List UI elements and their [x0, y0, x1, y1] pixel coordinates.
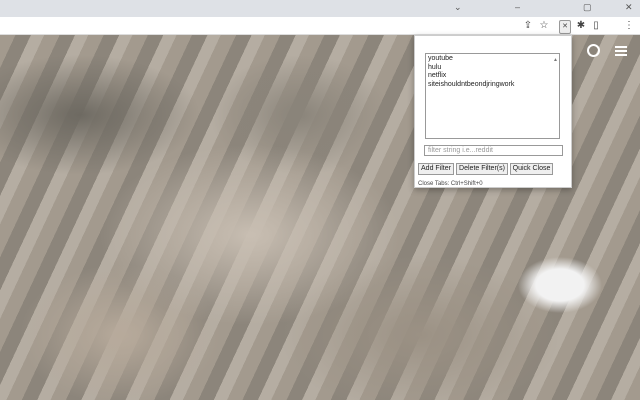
browser-toolbar: ⇪ ☆ ✕ ✱ ▯ A ⋮ [0, 17, 640, 49]
scrollbar[interactable]: ▲ [553, 56, 558, 65]
extension-x-icon[interactable]: ✕ [559, 20, 571, 34]
filter-item[interactable]: youtube [428, 55, 557, 64]
extension-popup: youtube hulu netflix siteishouldntbeondj… [414, 35, 572, 188]
filter-item[interactable]: netflix [428, 72, 557, 81]
sidepanel-icon[interactable]: ▯ [590, 20, 602, 32]
delete-filter-button[interactable]: Delete Filter(s) [456, 163, 508, 175]
hamburger-menu-icon[interactable] [615, 46, 627, 56]
quick-close-button[interactable]: Quick Close [510, 163, 553, 175]
star-icon[interactable]: ☆ [538, 20, 550, 32]
share-icon[interactable]: ⇪ [522, 20, 534, 32]
more-icon[interactable]: ⋮ [623, 20, 635, 32]
shortcut-hint: Close Tabs: Ctrl+Shift+0 [418, 181, 483, 187]
maximize-button[interactable]: ▢ [583, 2, 592, 13]
close-window-button[interactable]: ✕ [625, 2, 633, 13]
add-filter-button[interactable]: Add Filter [418, 163, 454, 175]
minimize-button[interactable]: – [515, 2, 520, 12]
filter-input[interactable]: filter string i.e...reddit [424, 145, 563, 156]
filter-item[interactable]: hulu [428, 64, 557, 73]
filter-list[interactable]: youtube hulu netflix siteishouldntbeondj… [425, 53, 560, 139]
puzzle-icon[interactable]: ✱ [575, 20, 587, 32]
tab-search-button[interactable]: ⌄ [454, 2, 462, 13]
filter-item[interactable]: siteishouldntbeondjringwork [428, 81, 557, 90]
history-icon[interactable] [587, 44, 600, 57]
title-bar: ⌄ – ▢ ✕ [0, 0, 640, 17]
